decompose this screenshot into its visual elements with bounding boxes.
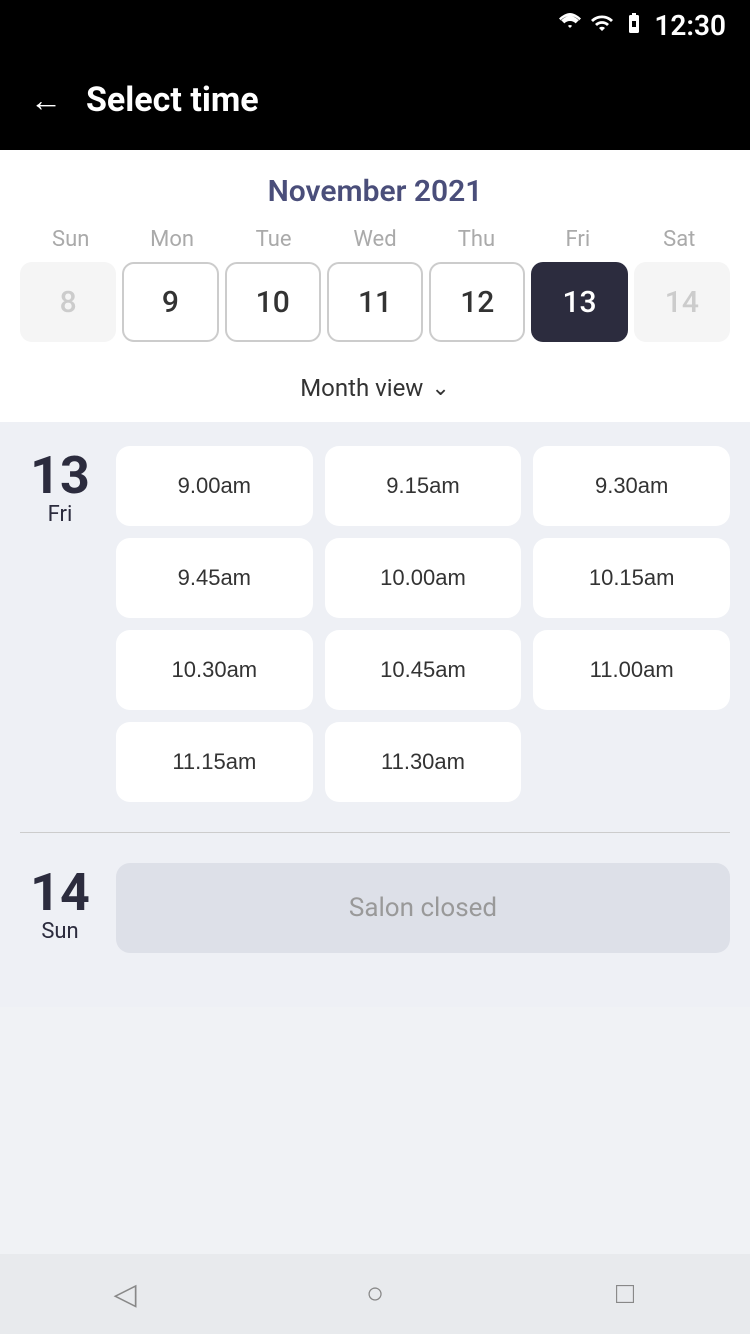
header: ← Select time (0, 50, 750, 150)
day-name-14: Sun (41, 919, 78, 944)
weekday-mon: Mon (121, 227, 222, 252)
day-label-14: 14 Sun (20, 863, 100, 953)
back-button[interactable]: ← (30, 84, 62, 116)
month-view-label: Month view (300, 374, 423, 402)
day-label-13: 13 Fri (20, 446, 100, 802)
day-cell-11[interactable]: 11 (327, 262, 423, 342)
time-slot-1030am[interactable]: 10.30am (116, 630, 313, 710)
day-cell-9[interactable]: 9 (122, 262, 218, 342)
day-cell-8[interactable]: 8 (20, 262, 116, 342)
time-slot-900am[interactable]: 9.00am (116, 446, 313, 526)
time-slot-1000am[interactable]: 10.00am (325, 538, 522, 618)
weekday-tue: Tue (223, 227, 324, 252)
weekday-row: Sun Mon Tue Wed Thu Fri Sat (20, 227, 730, 252)
weekday-thu: Thu (426, 227, 527, 252)
nav-home-button[interactable]: ○ (335, 1254, 415, 1334)
schedule-section: 13 Fri 9.00am 9.15am 9.30am 9.45am 10.00… (0, 422, 750, 1007)
time-slot-915am[interactable]: 9.15am (325, 446, 522, 526)
time-slot-1130am[interactable]: 11.30am (325, 722, 522, 802)
day-cell-13[interactable]: 13 (531, 262, 627, 342)
day-cell-10[interactable]: 10 (225, 262, 321, 342)
signal-icon (590, 11, 614, 39)
salon-closed-wrapper: Salon closed (116, 863, 730, 953)
day-cell-14[interactable]: 14 (634, 262, 730, 342)
weekday-wed: Wed (324, 227, 425, 252)
status-icons: 12:30 (558, 9, 726, 42)
status-time: 12:30 (654, 9, 726, 42)
wifi-icon (558, 11, 582, 39)
time-slot-1045am[interactable]: 10.45am (325, 630, 522, 710)
day-number-13: 13 (30, 450, 90, 502)
status-bar: 12:30 (0, 0, 750, 50)
day-block-13: 13 Fri 9.00am 9.15am 9.30am 9.45am 10.00… (20, 446, 730, 802)
weekday-sat: Sat (629, 227, 730, 252)
days-row: 8 9 10 11 12 13 14 (20, 262, 730, 358)
calendar-month-year: November 2021 (20, 174, 730, 209)
salon-closed-label: Salon closed (116, 863, 730, 953)
bottom-nav: ◁ ○ □ (0, 1254, 750, 1334)
month-view-row: Month view ⌄ (0, 358, 750, 422)
day-block-14: 14 Sun Salon closed (20, 863, 730, 953)
battery-icon (622, 11, 646, 39)
time-slot-1115am[interactable]: 11.15am (116, 722, 313, 802)
calendar-section: November 2021 Sun Mon Tue Wed Thu Fri Sa… (0, 150, 750, 358)
day-number-14: 14 (30, 867, 90, 919)
chevron-down-icon[interactable]: ⌄ (431, 376, 449, 401)
day-name-13: Fri (48, 502, 73, 527)
day-divider (20, 832, 730, 833)
nav-recent-button[interactable]: □ (585, 1254, 665, 1334)
day-cell-12[interactable]: 12 (429, 262, 525, 342)
weekday-sun: Sun (20, 227, 121, 252)
weekday-fri: Fri (527, 227, 628, 252)
time-slot-945am[interactable]: 9.45am (116, 538, 313, 618)
nav-back-button[interactable]: ◁ (85, 1254, 165, 1334)
time-slot-1100am[interactable]: 11.00am (533, 630, 730, 710)
time-slot-1015am[interactable]: 10.15am (533, 538, 730, 618)
page-title: Select time (86, 80, 259, 120)
time-slot-930am[interactable]: 9.30am (533, 446, 730, 526)
time-slots-grid-13: 9.00am 9.15am 9.30am 9.45am 10.00am 10.1… (116, 446, 730, 802)
